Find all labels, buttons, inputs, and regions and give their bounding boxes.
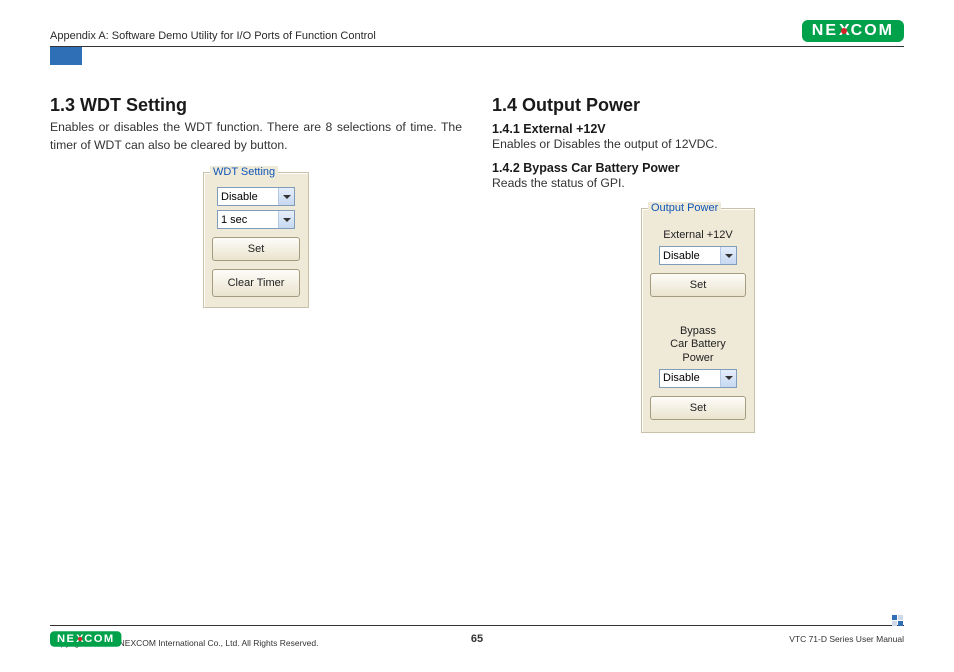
chevron-down-icon[interactable]: [278, 211, 294, 228]
subbody-external: Enables or Disables the output of 12VDC.: [492, 137, 904, 151]
logo-bottom: NEXCOM: [50, 631, 122, 646]
panel-output-legend: Output Power: [648, 202, 721, 214]
button-wdt-clear[interactable]: Clear Timer: [212, 269, 300, 297]
appendix-title: Appendix A: Software Demo Utility for I/…: [50, 30, 376, 42]
logo-top: NEXCOM: [802, 20, 904, 42]
logo-text-com: COM: [851, 22, 894, 40]
chevron-down-icon[interactable]: [278, 188, 294, 205]
logo-x-icon: X: [838, 22, 851, 40]
corner-block-icon: [892, 615, 904, 627]
subheading-external: 1.4.1 External +12V: [492, 122, 904, 136]
heading-wdt: 1.3 WDT Setting: [50, 95, 462, 116]
label-bypass: Bypass Car Battery Power: [650, 325, 746, 365]
select-bypass-value: Disable: [660, 372, 720, 384]
select-wdt-enable-value: Disable: [218, 191, 278, 203]
panel-wdt-legend: WDT Setting: [210, 166, 278, 178]
button-wdt-set[interactable]: Set: [212, 237, 300, 261]
button-bypass-set[interactable]: Set: [650, 396, 746, 420]
page-number: 65: [471, 633, 483, 645]
subbody-bypass: Reads the status of GPI.: [492, 176, 904, 190]
panel-wdt: WDT Setting Disable 1 sec Set Clear Time…: [203, 172, 309, 308]
select-external[interactable]: Disable: [659, 246, 737, 265]
button-wdt-set-label: Set: [248, 243, 265, 255]
footer-rule: [50, 625, 904, 626]
select-wdt-time-value: 1 sec: [218, 214, 278, 226]
button-external-set[interactable]: Set: [650, 273, 746, 297]
button-wdt-clear-label: Clear Timer: [228, 277, 285, 289]
heading-output: 1.4 Output Power: [492, 95, 904, 116]
chevron-down-icon[interactable]: [720, 247, 736, 264]
header-rule: [50, 46, 904, 47]
chevron-down-icon[interactable]: [720, 370, 736, 387]
select-external-value: Disable: [660, 250, 720, 262]
manual-name: VTC 71-D Series User Manual: [789, 634, 904, 644]
body-wdt: Enables or disables the WDT function. Th…: [50, 119, 462, 154]
blue-tab: [50, 47, 82, 65]
logo-text-ne: NE: [812, 22, 838, 40]
subheading-bypass: 1.4.2 Bypass Car Battery Power: [492, 161, 904, 175]
button-bypass-set-label: Set: [690, 402, 707, 414]
select-wdt-enable[interactable]: Disable: [217, 187, 295, 206]
select-bypass[interactable]: Disable: [659, 369, 737, 388]
label-external: External +12V: [650, 229, 746, 242]
panel-output: Output Power External +12V Disable Set B…: [641, 208, 755, 433]
button-external-set-label: Set: [690, 279, 707, 291]
select-wdt-time[interactable]: 1 sec: [217, 210, 295, 229]
